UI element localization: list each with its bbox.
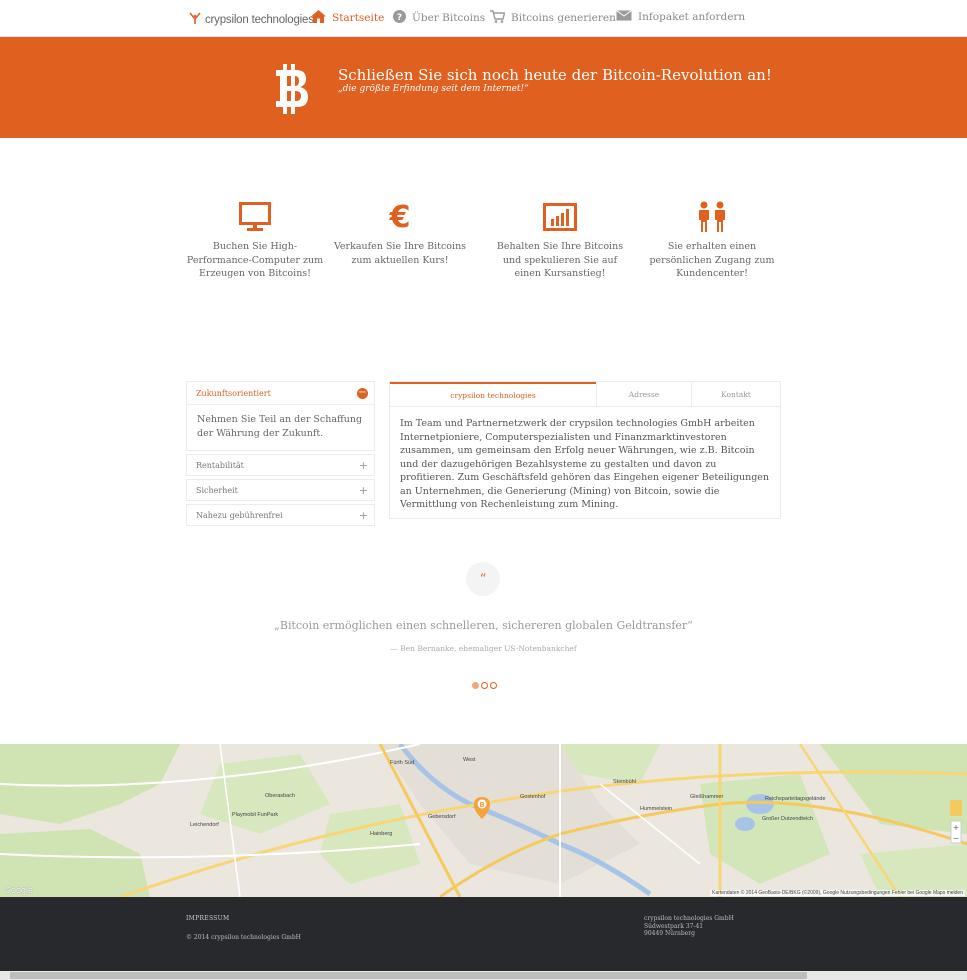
feature-speculate: Behalten Sie Ihre Bitcoins und spekulier…: [490, 200, 630, 281]
map-label: Gleißhammer: [690, 794, 724, 800]
accordion-header[interactable]: Sicherheit +: [187, 480, 374, 500]
home-icon: [311, 10, 326, 26]
accordion-body: Nehmen Sie Teil an der Schaffung der Wäh…: [187, 404, 374, 450]
map-label: Gostenhof: [520, 794, 546, 800]
map-label: Gebersdorf: [428, 814, 456, 820]
feature-access: Sie erhalten einen persönlichen Zugang z…: [642, 200, 782, 281]
svg-text:B: B: [479, 801, 484, 809]
map-label: Fürth Süd: [390, 760, 415, 766]
hero-title: Schließen Sie sich noch heute der Bitcoi…: [338, 66, 772, 84]
nav-item-label: Startseite: [332, 12, 385, 24]
map-label: West: [463, 757, 476, 763]
map-label: Oberasbach: [265, 793, 295, 799]
testimonial-quote: „Bitcoin ermöglichen einen schnelleren, …: [274, 619, 693, 632]
accordion-header[interactable]: Zukunftsorientiert −: [187, 382, 374, 404]
slider-dot[interactable]: [472, 682, 479, 689]
feature-text: Behalten Sie Ihre Bitcoins und spekulier…: [496, 241, 624, 279]
svg-text:−: −: [953, 834, 960, 843]
expand-icon[interactable]: +: [359, 484, 368, 497]
nav-item-ueber-bitcoins[interactable]: ? Über Bitcoins: [393, 10, 485, 26]
footer: IMPRESSUM © 2014 crypsilon technologies …: [0, 897, 967, 980]
tab-bar: crypsilon technologies Adresse Kontakt: [390, 382, 780, 407]
feature-text: Sie erhalten einen persönlichen Zugang z…: [649, 241, 775, 279]
accordion-item-gebuehrenfrei: Nahezu gebührenfrei +: [186, 504, 375, 526]
tab-kontakt[interactable]: Kontakt: [691, 382, 780, 406]
nav-item-startseite[interactable]: Startseite: [311, 10, 384, 26]
quote-icon: “: [466, 562, 500, 596]
testimonial-author: — Ben Bernanke, ehemaliger US-Notenbankc…: [390, 644, 577, 653]
logo-mark-icon: [188, 10, 202, 29]
map-label: Playmobil FunPark: [232, 812, 279, 818]
slider-dots: [472, 682, 497, 689]
feature-computer: Buchen Sie High-Performance-Computer zum…: [185, 200, 325, 281]
map-attribution[interactable]: Kartendaten © 2014 GeoBasis-DE/BKG (©200…: [710, 890, 965, 896]
expand-icon[interactable]: +: [359, 509, 368, 522]
map-label: Reichsparteitagsgelände: [765, 796, 826, 802]
accordion-header[interactable]: Nahezu gebührenfrei +: [187, 505, 374, 525]
accordion-item-rentabilitaet: Rentabilität +: [186, 454, 375, 476]
map-label: Großer Dutzendteich: [762, 816, 814, 822]
mail-icon: [616, 10, 632, 24]
nav-item-bitcoins-generieren[interactable]: Bitcoins generieren: [490, 10, 616, 26]
horizontal-scrollbar[interactable]: [0, 971, 967, 980]
cart-icon: [490, 10, 506, 26]
accordion-item-zukunftsorientiert: Zukunftsorientiert − Nehmen Sie Teil an …: [186, 381, 375, 451]
footer-address: crypsilon technologies GmbH Südwestpark …: [644, 915, 734, 938]
collapse-icon[interactable]: −: [357, 387, 368, 399]
map-label: Leichendorf: [190, 822, 219, 828]
slider-dot[interactable]: [481, 682, 488, 689]
logo-text: crypsilon technologies: [205, 13, 314, 26]
copyright: © 2014 crypsilon technologies GmbH: [186, 934, 301, 941]
scrollbar-thumb[interactable]: [10, 972, 807, 979]
tab-content: Im Team und Partnernetzwerk der crypsilo…: [400, 418, 770, 510]
monitor-icon: [185, 200, 325, 234]
slider-dot[interactable]: [490, 682, 497, 689]
hero-subtitle: „die größte Erfindung seit dem Internet!…: [338, 84, 529, 94]
question-icon: ?: [393, 10, 406, 26]
nav-item-label: Infopaket anfordern: [638, 11, 746, 23]
svg-text:+: +: [953, 823, 960, 832]
map-canvas: B + −: [0, 744, 967, 897]
accordion-label: Zukunftsorientiert: [196, 388, 271, 398]
accordion-label: Rentabilität: [196, 460, 244, 470]
map-label: Hainberg: [370, 831, 393, 837]
bitcoin-icon: [272, 64, 312, 118]
accordion: Zukunftsorientiert − Nehmen Sie Teil an …: [186, 381, 375, 529]
logo[interactable]: crypsilon technologies: [188, 10, 314, 29]
location-map[interactable]: B + − Fürth Süd West Oberasbach Playmobi…: [0, 744, 967, 897]
nav-item-infopaket[interactable]: Infopaket anfordern: [616, 10, 745, 24]
tab-adresse[interactable]: Adresse: [596, 382, 691, 406]
hero-banner: Schließen Sie sich noch heute der Bitcoi…: [0, 37, 967, 138]
chart-icon: [490, 200, 630, 234]
info-tabs: crypsilon technologies Adresse Kontakt I…: [389, 381, 781, 519]
accordion-item-sicherheit: Sicherheit +: [186, 479, 375, 501]
people-icon: [642, 200, 782, 234]
map-label: Hummelstein: [640, 806, 673, 812]
feature-sell: € Verkaufen Sie Ihre Bitcoins zum aktuel…: [330, 200, 470, 267]
svg-text:?: ?: [397, 13, 402, 23]
feature-text: Verkaufen Sie Ihre Bitcoins zum aktuelle…: [333, 241, 467, 266]
tab-crypsilon[interactable]: crypsilon technologies: [390, 382, 596, 406]
address-line: 90449 Nürnberg: [644, 930, 695, 937]
svg-text:€: €: [389, 202, 410, 232]
accordion-label: Sicherheit: [196, 485, 238, 495]
expand-icon[interactable]: +: [359, 459, 368, 472]
nav-item-label: Bitcoins generieren: [511, 12, 616, 24]
accordion-label: Nahezu gebührenfrei: [196, 510, 283, 520]
map-label: Steinbühl: [613, 779, 636, 785]
euro-icon: €: [330, 200, 470, 234]
top-navigation: crypsilon technologies Startseite ? Über…: [0, 0, 967, 37]
impressum-link[interactable]: IMPRESSUM: [186, 915, 229, 922]
accordion-header[interactable]: Rentabilität +: [187, 455, 374, 475]
nav-item-label: Über Bitcoins: [412, 12, 486, 24]
feature-text: Buchen Sie High-Performance-Computer zum…: [186, 241, 324, 279]
address-line: crypsilon technologies GmbH: [644, 915, 734, 922]
address-line: Südwestpark 37-41: [644, 922, 704, 930]
google-logo: Google: [4, 885, 34, 895]
